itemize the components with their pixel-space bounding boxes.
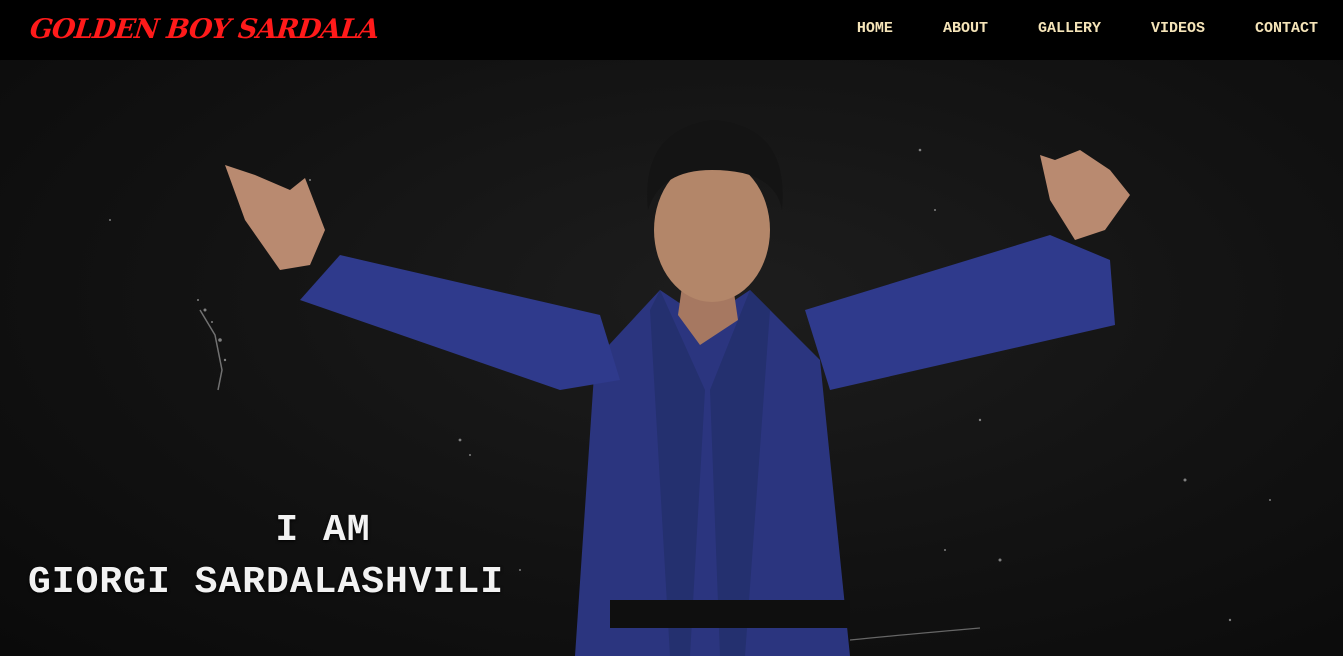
hero-heading: I AM GIORGI SARDALASHVILI xyxy=(28,505,618,609)
nav-gallery-link[interactable]: GALLERY xyxy=(1038,20,1101,37)
nav-contact-link[interactable]: CONTACT xyxy=(1255,20,1318,37)
hero-heading-line2: GIORGI SARDALASHVILI xyxy=(28,561,505,604)
site-logo[interactable]: GOLDEN BOY SARDALA xyxy=(28,14,380,45)
top-navbar: GOLDEN BOY SARDALA HOME ABOUT GALLERY VI… xyxy=(0,0,1343,60)
nav-about-link[interactable]: ABOUT xyxy=(943,20,988,37)
nav-videos-link[interactable]: VIDEOS xyxy=(1151,20,1205,37)
nav-home-link[interactable]: HOME xyxy=(857,20,893,37)
hero-section: I AM GIORGI SARDALASHVILI xyxy=(0,60,1343,656)
hero-heading-line1: I AM xyxy=(275,509,371,552)
main-nav: HOME ABOUT GALLERY VIDEOS CONTACT xyxy=(807,20,1318,37)
